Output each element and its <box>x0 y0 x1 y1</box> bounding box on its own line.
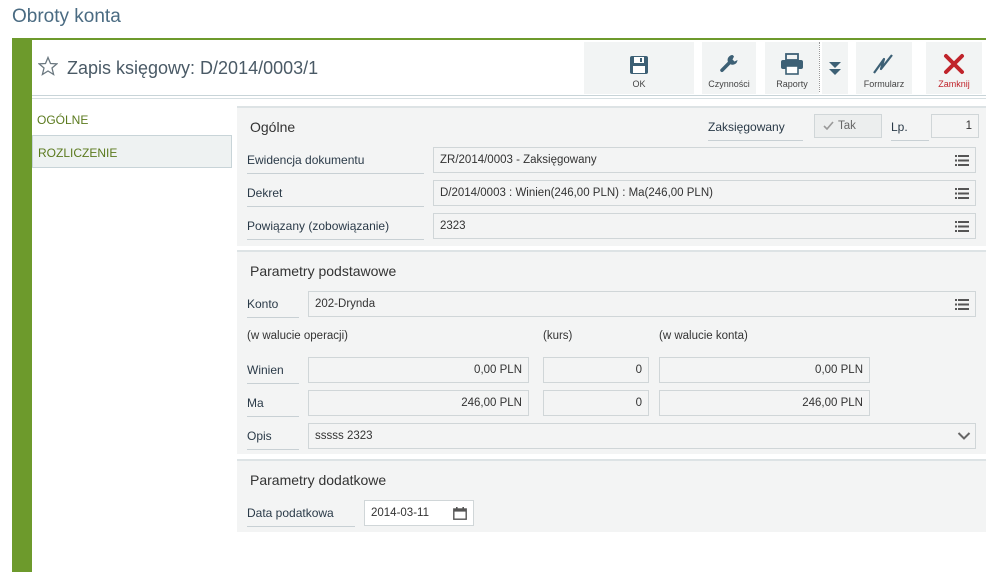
header-divider <box>32 98 986 99</box>
section-parametry-podstawowe: Parametry podstawowe Konto 202-Drynda (w… <box>237 250 986 454</box>
zamknij-button-label: Zamknij <box>938 79 970 89</box>
check-icon <box>823 121 834 131</box>
dekret-label: Dekret <box>247 186 424 207</box>
ewidencja-field[interactable]: ZR/2014/0003 - Zaksięgowany <box>433 147 976 173</box>
powiazany-value: 2323 <box>440 220 466 232</box>
winien-kurs-field[interactable]: 0 <box>543 357 649 383</box>
ma-operacji-field[interactable]: 246,00 PLN <box>308 390 529 416</box>
col-header-konta: (w walucie konta) <box>659 330 748 342</box>
zamknij-button[interactable]: Zamknij <box>926 42 982 94</box>
section-ogolne: Ogólne Zaksięgowany Tak Lp. 1 Ewidencja … <box>237 106 986 246</box>
dekret-field[interactable]: D/2014/0003 : Winien(246,00 PLN) : Ma(24… <box>433 180 976 206</box>
winien-operacji-field[interactable]: 0,00 PLN <box>308 357 529 383</box>
data-podatkowa-label: Data podatkowa <box>247 506 355 527</box>
col-header-operacji: (w walucie operacji) <box>247 330 348 342</box>
col-header-kurs: (kurs) <box>543 330 573 342</box>
document-title: Zapis księgowy: D/2014/0003/1 <box>67 58 319 78</box>
formularz-button[interactable]: Formularz <box>856 42 912 94</box>
calendar-icon[interactable] <box>453 507 467 520</box>
tab-rozliczenie[interactable]: ROZLICZENIE <box>32 135 232 168</box>
section-title: Parametry dodatkowe <box>250 472 387 488</box>
wrench-icon <box>720 55 738 73</box>
list-icon[interactable] <box>955 188 969 199</box>
czynnosci-button[interactable]: Czynności <box>702 42 756 94</box>
konto-value: 202-Drynda <box>315 298 376 310</box>
ma-konta-field[interactable]: 246,00 PLN <box>659 390 870 416</box>
powiazany-label: Powiązany (zobowiązanie) <box>247 219 424 240</box>
star-icon[interactable] <box>38 56 58 76</box>
konto-field[interactable]: 202-Drynda <box>308 291 976 317</box>
lp-field[interactable]: 1 <box>931 114 979 138</box>
dekret-value: D/2014/0003 : Winien(246,00 PLN) : Ma(24… <box>440 187 713 199</box>
toolbar-separator <box>819 42 820 92</box>
zaksiegowany-label: Zaksięgowany <box>708 120 803 141</box>
raporty-button[interactable]: Raporty <box>765 42 819 94</box>
zaksiegowany-value: Tak <box>838 120 856 132</box>
ewidencja-label: Ewidencja dokumentu <box>247 153 424 174</box>
opis-value: sssss 2323 <box>315 430 373 442</box>
save-icon <box>630 56 648 74</box>
lp-label: Lp. <box>891 120 929 141</box>
raporty-button-label: Raporty <box>776 79 808 89</box>
formularz-button-label: Formularz <box>863 79 905 89</box>
section-title: Ogólne <box>250 119 296 135</box>
czynnosci-button-label: Czynności <box>708 79 750 89</box>
printer-icon <box>781 53 803 75</box>
tab-ogolne[interactable]: OGÓLNE <box>32 103 232 136</box>
section-title: Parametry podstawowe <box>250 263 397 279</box>
close-icon <box>944 54 964 74</box>
data-podatkowa-value: 2014-03-11 <box>371 507 429 519</box>
left-accent-bar <box>12 39 32 572</box>
list-icon[interactable] <box>955 155 969 166</box>
opis-label: Opis <box>247 429 299 450</box>
winien-label: Winien <box>247 363 299 384</box>
winien-konta-field[interactable]: 0,00 PLN <box>659 357 870 383</box>
ma-kurs-field[interactable]: 0 <box>543 390 649 416</box>
opis-field[interactable]: sssss 2323 <box>308 423 976 449</box>
raporty-dropdown-button[interactable] <box>822 42 848 94</box>
chevron-down-icon[interactable] <box>957 431 971 441</box>
list-icon[interactable] <box>955 221 969 232</box>
ma-label: Ma <box>247 396 299 417</box>
chevron-double-down-icon <box>829 62 841 75</box>
signature-icon <box>873 54 893 74</box>
page-title: Obroty konta <box>12 6 121 27</box>
data-podatkowa-field[interactable]: 2014-03-11 <box>364 500 474 526</box>
konto-label: Konto <box>247 297 299 318</box>
ewidencja-value: ZR/2014/0003 - Zaksięgowany <box>440 154 597 166</box>
ok-button-label: OK <box>632 79 646 89</box>
ok-button[interactable]: OK <box>584 42 694 94</box>
document-header: Zapis księgowy: D/2014/0003/1 OK Czynnoś… <box>32 40 986 96</box>
zaksiegowany-checkbox[interactable]: Tak <box>814 114 882 138</box>
powiazany-field[interactable]: 2323 <box>433 213 976 239</box>
list-icon[interactable] <box>955 299 969 310</box>
section-parametry-dodatkowe: Parametry dodatkowe Data podatkowa 2014-… <box>237 459 986 532</box>
